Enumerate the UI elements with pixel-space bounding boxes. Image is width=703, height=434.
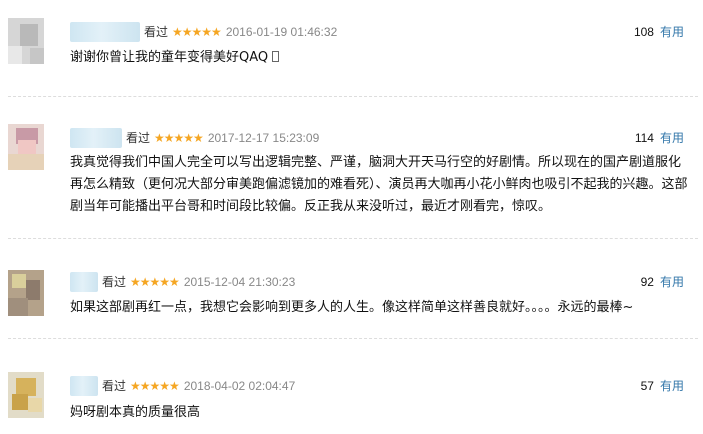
rating-stars: ★★★★★ [172,25,222,39]
username[interactable] [70,272,98,292]
username[interactable] [70,128,122,148]
avatar[interactable] [8,270,44,316]
rating-stars: ★★★★★ [154,131,204,145]
comment-text: 如果这部剧再红一点，我想它会影响到更多人的人生。像这样简单这样善良就好。。。。永… [70,300,634,315]
vote-area: 114 有用 [635,130,684,146]
comment-time: 2018-04-02 02:04:47 [183,379,296,393]
vote-count: 57 [640,379,654,393]
comment-text-content: 谢谢你曾让我的童年变得美好QAQ [70,50,269,65]
watch-status: 看过 [102,379,127,393]
useful-button[interactable]: 有用 [660,25,684,39]
comment-time: 2015-12-04 21:30:23 [183,275,296,289]
avatar[interactable] [8,124,44,170]
divider [8,96,698,97]
username[interactable] [70,22,140,42]
comment-meta: 看过 ★★★★★ 2015-12-04 21:30:23 [102,274,295,290]
username[interactable] [70,376,98,396]
comment-item: 看过 ★★★★★ 2017-12-17 15:23:09 114 有用 我真觉得我们中… [0,98,703,238]
vote-area: 108 有用 [634,24,684,40]
comment-time: 2017-12-17 15:23:09 [207,131,320,145]
useful-button[interactable]: 有用 [660,131,684,145]
divider [8,238,698,239]
comment-text: 妈呀剧本真的质量很高 [70,405,201,420]
rating-stars: ★★★★★ [130,275,180,289]
vote-count: 92 [640,275,654,289]
comment-item: 看过 ★★★★★ 2015-12-04 21:30:23 92 有用 如果这部剧再红一… [0,240,703,336]
comment-meta: 看过 ★★★★★ 2018-04-02 02:04:47 [102,378,295,394]
useful-button[interactable]: 有用 [660,275,684,289]
vote-area: 92 有用 [641,274,684,290]
watch-status: 看过 [144,25,169,39]
avatar[interactable] [8,18,44,64]
divider [8,338,698,339]
comment-time: 2016-01-19 01:46:32 [225,25,338,39]
avatar[interactable] [8,372,44,418]
vote-area: 57 有用 [641,378,684,394]
watch-status: 看过 [102,275,127,289]
vote-count: 114 [634,131,654,145]
comment-item: 看过 ★★★★★ 2018-04-02 02:04:47 57 有用 妈呀剧本真的质量… [0,340,703,434]
missing-glyph-icon [272,51,280,62]
comment-item: 看过 ★★★★★ 2016-01-19 01:46:32 108 有用 谢谢你曾让我的… [0,0,703,98]
comment-meta: 看过 ★★★★★ 2016-01-19 01:46:32 [144,24,337,40]
useful-button[interactable]: 有用 [660,379,684,393]
rating-stars: ★★★★★ [130,379,180,393]
comment-text: 谢谢你曾让我的童年变得美好QAQ [70,47,692,69]
comment-meta: 看过 ★★★★★ 2017-12-17 15:23:09 [126,130,319,146]
vote-count: 108 [633,25,654,39]
watch-status: 看过 [126,131,151,145]
comment-text: 我真觉得我们中国人完全可以写出逻辑完整、严谨，脑洞大开天马行空的好剧情。所以现在… [70,155,688,214]
